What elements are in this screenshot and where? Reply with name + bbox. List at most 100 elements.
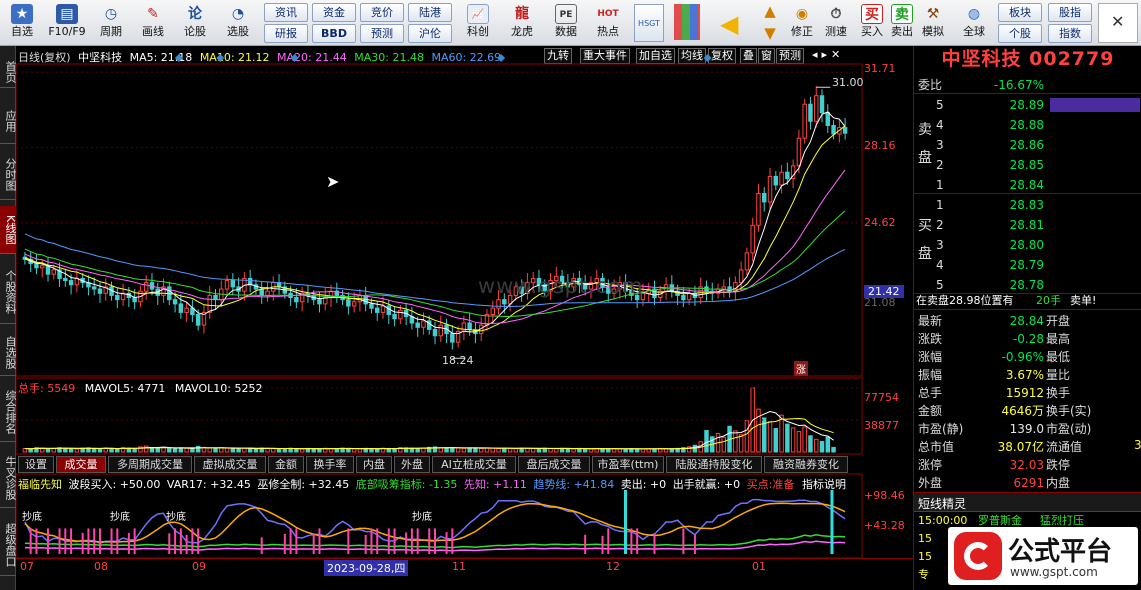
tb-forum[interactable]: 论论股	[176, 2, 214, 44]
ask-row-1[interactable]: 1 28.84	[914, 176, 1141, 194]
event-marker[interactable]	[216, 54, 225, 62]
volume-bar	[224, 447, 230, 453]
tb-zixuan[interactable]: ★ 自选	[2, 2, 42, 44]
event-marker[interactable]	[290, 54, 299, 62]
tab-ai-volume[interactable]: AI立桩成交量	[432, 456, 516, 473]
down-icon[interactable]: ▼	[758, 24, 782, 44]
candle-body	[63, 277, 68, 282]
window-control[interactable]: ✕	[1098, 3, 1138, 43]
candle-body	[450, 333, 455, 343]
nav-superdisk[interactable]: 超级盘口	[0, 514, 17, 576]
volume-bar	[744, 420, 750, 453]
high-label: 31.00	[832, 76, 864, 89]
speed-icon: ⏱	[830, 6, 842, 22]
tb-hot[interactable]: HOT 热点	[588, 2, 628, 44]
hsgt-button[interactable]: HSGT	[634, 4, 664, 42]
event-marker[interactable]	[703, 54, 712, 62]
candle-body	[294, 297, 299, 303]
candle-body	[490, 307, 495, 316]
up-icon[interactable]: ▲	[758, 2, 782, 22]
btn-yanbao[interactable]: 研报	[264, 24, 308, 43]
bid-row-4[interactable]: 4 28.79	[914, 256, 1141, 274]
nav-home[interactable]: 首页	[0, 56, 17, 88]
tb-science[interactable]: 📈 科创	[458, 2, 498, 44]
indicator-bar	[347, 528, 350, 554]
price-tick-3: 24.62	[864, 216, 896, 229]
orderbook-alert[interactable]: 在卖盘28.98位置有 20手 卖单!	[914, 292, 1141, 310]
close-icon[interactable]: ✕	[1111, 12, 1124, 31]
btn-zijin[interactable]: 资金	[312, 3, 356, 22]
volume-bar	[525, 447, 530, 453]
btn-gegu[interactable]: 个股	[998, 24, 1042, 43]
btn-hulun[interactable]: 沪伦	[408, 24, 452, 43]
volume-bar	[461, 447, 467, 453]
ask-row-3[interactable]: 3 28.86	[914, 136, 1141, 154]
indicator-help-button[interactable]: 指标说明	[802, 476, 846, 492]
tb-dragon[interactable]: 龍龙虎	[502, 2, 542, 44]
tab-virtual-volume[interactable]: 虚拟成交量	[194, 456, 266, 473]
tb-sell[interactable]: 卖卖出	[888, 2, 916, 44]
grid-icon[interactable]	[674, 4, 700, 40]
tab-settings[interactable]: 设置	[18, 456, 54, 473]
volume-bar	[756, 408, 761, 453]
volume-bar	[132, 448, 137, 453]
tb-f10[interactable]: ▤ F10/F9	[44, 2, 90, 44]
tab-pe[interactable]: 市盈率(ttm)	[592, 456, 664, 473]
btn-bbd[interactable]: BBD	[312, 24, 356, 43]
btn-bankuai[interactable]: 板块	[998, 3, 1042, 22]
kline-chart-area[interactable]: 日线(复权) 中坚科技 MA5: 21.18 MA10: 21.12 MA20:…	[16, 46, 913, 590]
arrow-left-icon[interactable]: ◀	[720, 10, 738, 38]
tab-hsgt[interactable]: 陆股通持股变化	[666, 456, 762, 473]
low-label: 18.24	[442, 354, 474, 367]
candle-body	[259, 288, 264, 296]
tb-buy[interactable]: 买买入	[858, 2, 886, 44]
tb-globe[interactable]: ◍ 全球	[956, 2, 992, 44]
indicator-header: 福临先知 波段买入: +50.00 VAR17: +32.45 巫修全制: +3…	[18, 478, 795, 491]
volume-bar	[74, 448, 80, 453]
btn-zixun[interactable]: 资讯	[264, 3, 308, 22]
tab-amount[interactable]: 金额	[268, 456, 304, 473]
indicator-bar	[364, 534, 367, 554]
ask-row-5[interactable]: 5 28.89	[914, 96, 1141, 114]
bid-row-3[interactable]: 3 28.80	[914, 236, 1141, 254]
nav-kline[interactable]: K线图	[0, 206, 17, 254]
tab-turnover[interactable]: 换手率	[306, 456, 354, 473]
nav-diagnose[interactable]: 牛叉诊股	[0, 448, 17, 508]
bid-row-1[interactable]: 1 28.83	[914, 196, 1141, 214]
tb-speed[interactable]: ⏱ 测速	[820, 2, 852, 44]
tb-fix[interactable]: ◉ 修正	[786, 2, 818, 44]
btn-lugang[interactable]: 陆港	[408, 3, 452, 22]
tb-draw[interactable]: ✎ 画线	[134, 2, 172, 44]
candle-body	[686, 292, 692, 301]
ask-row-4[interactable]: 4 28.88	[914, 116, 1141, 134]
stat-row: 振幅 3.67% 量比	[918, 368, 1071, 382]
date-tick-4: 11	[452, 560, 466, 573]
tab-inner[interactable]: 内盘	[356, 456, 392, 473]
volume-bar	[334, 448, 340, 453]
f10-icon: ▤	[56, 4, 78, 24]
tab-afterhours[interactable]: 盘后成交量	[518, 456, 590, 473]
nav-watchlist[interactable]: 自选股	[0, 330, 17, 376]
nav-app[interactable]: 应用	[0, 98, 17, 144]
quote-title: 中坚科技 002779	[941, 48, 1115, 70]
btn-jingjia[interactable]: 竞价	[360, 3, 404, 22]
nav-ranking[interactable]: 综合排名	[0, 382, 17, 442]
bid-row-2[interactable]: 2 28.81	[914, 216, 1141, 234]
nav-profile[interactable]: 个股资料	[0, 260, 17, 324]
tb-simulate[interactable]: ⚒ 模拟	[918, 2, 948, 44]
tab-margin[interactable]: 融资融券变化	[764, 456, 848, 473]
tab-multi-volume[interactable]: 多周期成交量	[108, 456, 192, 473]
tab-volume[interactable]: 成交量	[56, 456, 106, 473]
btn-zhishu[interactable]: 指数	[1048, 24, 1092, 43]
tb-select[interactable]: ◔ 选股	[218, 2, 258, 44]
ask-row-2[interactable]: 2 28.85	[914, 156, 1141, 174]
tb-data[interactable]: PE 数据	[546, 2, 586, 44]
btn-guzhi[interactable]: 股指	[1048, 3, 1092, 22]
btn-yuce[interactable]: 预测	[360, 24, 404, 43]
event-marker[interactable]	[497, 54, 506, 62]
mavol10-line	[24, 417, 834, 450]
event-marker[interactable]	[174, 54, 183, 62]
nav-timeshare[interactable]: 分时图	[0, 150, 17, 200]
tab-outer[interactable]: 外盘	[394, 456, 430, 473]
tb-period[interactable]: ◷ 周期	[92, 2, 130, 44]
